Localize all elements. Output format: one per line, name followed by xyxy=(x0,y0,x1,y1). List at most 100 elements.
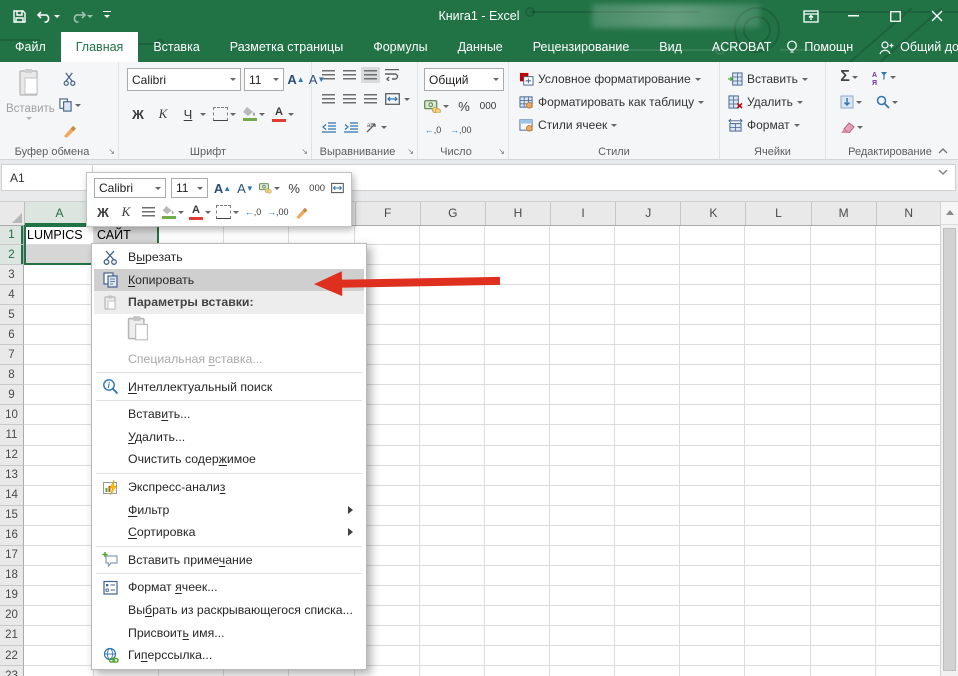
cell-K19[interactable] xyxy=(680,586,745,606)
cell-N17[interactable] xyxy=(876,546,941,566)
cell-J2[interactable] xyxy=(615,245,680,265)
row-header-12[interactable]: 12 xyxy=(0,446,24,466)
cell-N14[interactable] xyxy=(876,486,941,506)
cell-N4[interactable] xyxy=(876,285,941,305)
font-dialog-launcher[interactable]: ↘ xyxy=(301,148,308,156)
scrollbar-thumb[interactable] xyxy=(943,228,956,671)
mini-italic-button[interactable]: К xyxy=(117,203,135,221)
cell-L2[interactable] xyxy=(745,245,810,265)
cell-N6[interactable] xyxy=(876,325,941,345)
cell-L10[interactable] xyxy=(745,405,810,425)
cell-H17[interactable] xyxy=(485,546,550,566)
tab-данные[interactable]: Данные xyxy=(443,32,518,62)
menu-item-удалить[interactable]: Удалить... xyxy=(94,426,364,449)
cell-H12[interactable] xyxy=(485,446,550,466)
menu-item-экспресс-анализ[interactable]: Экспресс-анализ xyxy=(94,476,364,499)
cell-L6[interactable] xyxy=(745,325,810,345)
decrease-decimal-button[interactable]: →,00 xyxy=(450,120,472,140)
cell-L23[interactable] xyxy=(745,666,810,676)
cell-G13[interactable] xyxy=(420,466,485,486)
name-box[interactable]: A1 xyxy=(1,164,98,191)
clipboard-dialog-launcher[interactable]: ↘ xyxy=(108,148,115,156)
cell-N21[interactable] xyxy=(876,626,941,646)
cell-L11[interactable] xyxy=(745,425,810,445)
cell-K1[interactable] xyxy=(680,225,745,245)
cell-H7[interactable] xyxy=(485,345,550,365)
tab-acrobat[interactable]: ACROBAT xyxy=(697,32,787,62)
bold-button[interactable]: Ж xyxy=(129,104,147,124)
row-header-13[interactable]: 13 xyxy=(0,466,24,486)
cell-G18[interactable] xyxy=(420,566,485,586)
menu-item-очистить-содержимое[interactable]: Очистить содержимое xyxy=(94,448,364,471)
row-header-23[interactable]: 23 xyxy=(0,666,24,676)
undo-button[interactable] xyxy=(37,9,60,23)
cell-M15[interactable] xyxy=(811,506,876,526)
cell-M19[interactable] xyxy=(811,586,876,606)
cell-K12[interactable] xyxy=(680,446,745,466)
cell-A9[interactable] xyxy=(24,385,94,405)
share-button[interactable]: Общий доступ xyxy=(877,40,958,55)
row-header-10[interactable]: 10 xyxy=(0,405,24,425)
cell-I6[interactable] xyxy=(550,325,615,345)
cell-M10[interactable] xyxy=(811,405,876,425)
cell-J19[interactable] xyxy=(615,586,680,606)
row-header-8[interactable]: 8 xyxy=(0,365,24,385)
cell-K4[interactable] xyxy=(680,285,745,305)
cell-G22[interactable] xyxy=(420,646,485,666)
cell-G10[interactable] xyxy=(420,405,485,425)
cell-A3[interactable] xyxy=(24,265,94,285)
row-header-3[interactable]: 3 xyxy=(0,265,24,285)
mini-font-name-combo[interactable]: Calibri xyxy=(94,178,166,198)
cell-G11[interactable] xyxy=(420,425,485,445)
mini-accounting-button[interactable] xyxy=(259,179,280,197)
cell-K23[interactable] xyxy=(680,666,745,676)
cell-I19[interactable] xyxy=(550,586,615,606)
cell-G3[interactable] xyxy=(420,265,485,285)
mini-font-size-combo[interactable]: 11 xyxy=(171,178,209,198)
cell-N15[interactable] xyxy=(876,506,941,526)
cut-button[interactable] xyxy=(58,69,81,89)
menu-item-копировать[interactable]: Копировать xyxy=(94,269,364,292)
cell-G6[interactable] xyxy=(420,325,485,345)
percent-style-button[interactable]: % xyxy=(455,96,473,116)
cell-L21[interactable] xyxy=(745,626,810,646)
cell-L14[interactable] xyxy=(745,486,810,506)
orientation-button[interactable]: ab xyxy=(366,117,387,137)
cell-M13[interactable] xyxy=(811,466,876,486)
cell-L13[interactable] xyxy=(745,466,810,486)
row-header-18[interactable]: 18 xyxy=(0,566,24,586)
row-header-4[interactable]: 4 xyxy=(0,285,24,305)
cell-H3[interactable] xyxy=(485,265,550,285)
paste-button[interactable]: Вставить xyxy=(6,68,52,123)
cell-M23[interactable] xyxy=(811,666,876,676)
customize-qat-button[interactable] xyxy=(103,11,111,22)
cell-A5[interactable] xyxy=(24,305,94,325)
cell-H10[interactable] xyxy=(485,405,550,425)
cell-L22[interactable] xyxy=(745,646,810,666)
cell-K9[interactable] xyxy=(680,385,745,405)
column-header-F[interactable]: F xyxy=(356,201,421,225)
cell-K16[interactable] xyxy=(680,526,745,546)
row-header-1[interactable]: 1 xyxy=(0,225,24,245)
menu-item-гиперссылка[interactable]: Гиперссылка... xyxy=(94,644,364,667)
cell-L15[interactable] xyxy=(745,506,810,526)
cell-L19[interactable] xyxy=(745,586,810,606)
cell-H23[interactable] xyxy=(485,666,550,676)
number-dialog-launcher[interactable]: ↘ xyxy=(498,148,505,156)
cell-M21[interactable] xyxy=(811,626,876,646)
cell-K17[interactable] xyxy=(680,546,745,566)
cell-M9[interactable] xyxy=(811,385,876,405)
cell-H15[interactable] xyxy=(485,506,550,526)
cell-A19[interactable] xyxy=(24,586,94,606)
cell-M4[interactable] xyxy=(811,285,876,305)
cell-J16[interactable] xyxy=(615,526,680,546)
cell-A2[interactable] xyxy=(24,245,94,265)
cell-I20[interactable] xyxy=(550,606,615,626)
cell-G21[interactable] xyxy=(420,626,485,646)
cell-J9[interactable] xyxy=(615,385,680,405)
font-size-combo[interactable]: 11 xyxy=(244,68,284,91)
cell-G17[interactable] xyxy=(420,546,485,566)
scroll-up-button[interactable] xyxy=(941,201,958,225)
cell-I3[interactable] xyxy=(550,265,615,285)
cell-L5[interactable] xyxy=(745,305,810,325)
